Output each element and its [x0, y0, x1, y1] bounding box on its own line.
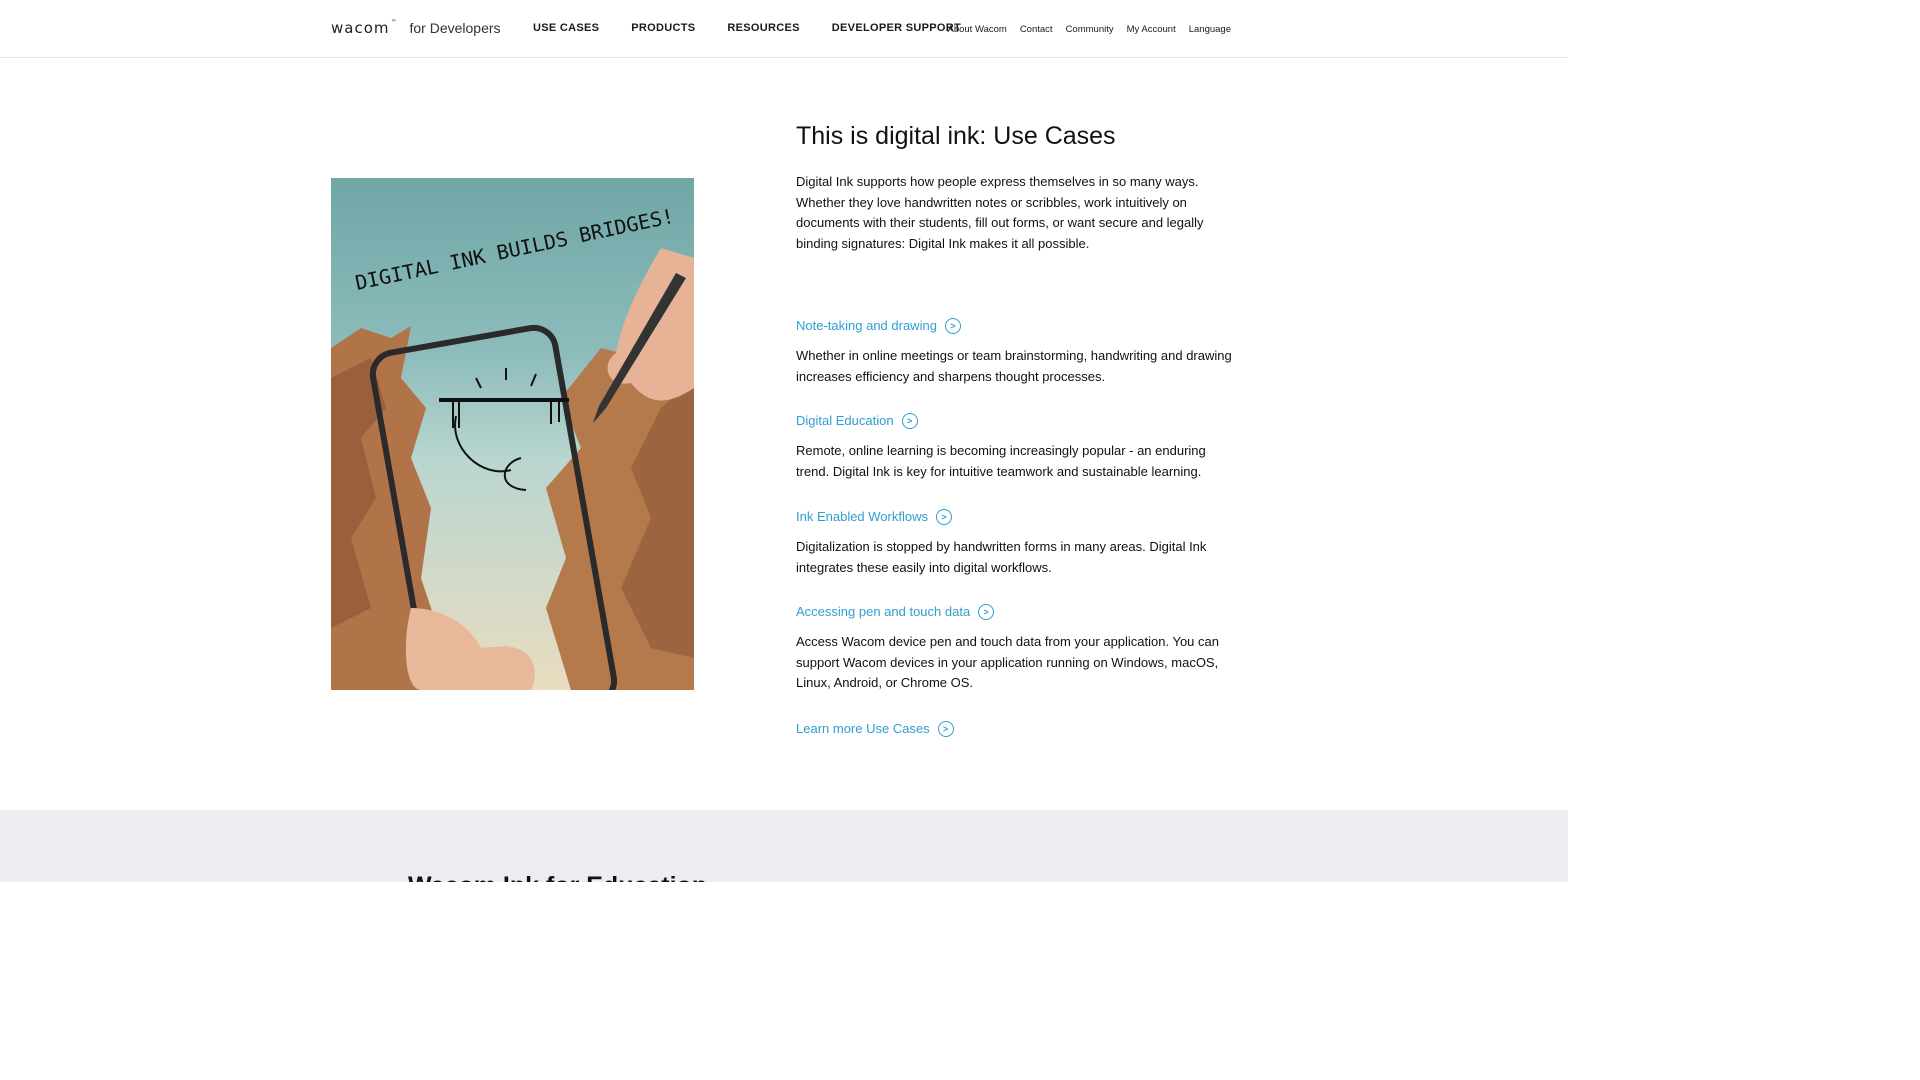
logo-subtitle: for Developers: [409, 20, 501, 36]
nav-products[interactable]: PRODUCTS: [631, 22, 695, 34]
learn-more-row: Learn more Use Cases >: [796, 720, 1241, 738]
nav-my-account[interactable]: My Account: [1127, 24, 1176, 35]
use-case-description: Access Wacom device pen and touch data f…: [796, 634, 1219, 690]
use-case-link-ink-workflows[interactable]: Ink Enabled Workflows >: [796, 508, 952, 526]
intro-text: Digital Ink supports how people express …: [796, 174, 1204, 251]
use-case-link-digital-education[interactable]: Digital Education >: [796, 412, 918, 430]
band-title: Wacom Ink for Education: [408, 872, 707, 882]
use-case-link-note-taking[interactable]: Note-taking and drawing >: [796, 317, 961, 335]
use-case-description: Digitalization is stopped by handwritten…: [796, 539, 1207, 575]
wacom-logo-link[interactable]: wacom™ for Developers: [331, 19, 501, 37]
use-case-link-pen-touch-data[interactable]: Accessing pen and touch data >: [796, 603, 995, 621]
chevron-right-circle-icon: >: [978, 604, 995, 620]
chevron-right-circle-icon: >: [901, 413, 918, 429]
use-case-description: Remote, online learning is becoming incr…: [796, 443, 1206, 479]
use-case-item: Accessing pen and touch data > Access Wac…: [796, 603, 1241, 694]
hero-illustration: DIGITAL INK BUILDS BRIDGES!: [331, 204, 694, 690]
chevron-right-circle-icon: >: [936, 509, 952, 525]
wacom-logo: wacom™: [331, 19, 398, 37]
utility-nav: About Wacom Contact Community My Account…: [935, 24, 1232, 35]
nav-resources[interactable]: RESOURCES: [727, 22, 799, 34]
nav-community[interactable]: Community: [1066, 24, 1114, 35]
use-case-item: Note-taking and drawing > Whether in onli…: [796, 317, 1241, 387]
education-band: Wacom Ink for Education: [0, 810, 1568, 882]
handwriting-text: DIGITAL INK BUILDS BRIDGES!: [353, 204, 676, 295]
learn-more-link[interactable]: Learn more Use Cases >: [796, 720, 954, 738]
nav-use-cases[interactable]: USE CASES: [533, 22, 599, 34]
nav-contact[interactable]: Contact: [1020, 24, 1053, 35]
use-case-description: Whether in online meetings or team brain…: [796, 348, 1232, 384]
hand-bottom: [405, 608, 535, 690]
page-title: This is digital ink: Use Cases: [796, 122, 1116, 150]
nav-language[interactable]: Language: [1189, 24, 1231, 35]
use-case-item: Ink Enabled Workflows > Digitalization is…: [796, 508, 1241, 578]
main-nav: USE CASES PRODUCTS RESOURCES DEVELOPER S…: [533, 22, 993, 34]
use-cases-intro: This is digital ink: Use Cases Digital I…: [796, 120, 1241, 254]
site-header: wacom™ for Developers USE CASES PRODUCTS…: [0, 0, 1568, 58]
nav-about-wacom[interactable]: About Wacom: [948, 24, 1007, 35]
chevron-right-circle-icon: >: [944, 318, 961, 334]
hero-image: DIGITAL INK BUILDS BRIDGES!: [331, 178, 694, 690]
chevron-right-circle-icon: >: [937, 721, 954, 737]
use-case-item: Digital Education > Remote, online learni…: [796, 412, 1241, 482]
